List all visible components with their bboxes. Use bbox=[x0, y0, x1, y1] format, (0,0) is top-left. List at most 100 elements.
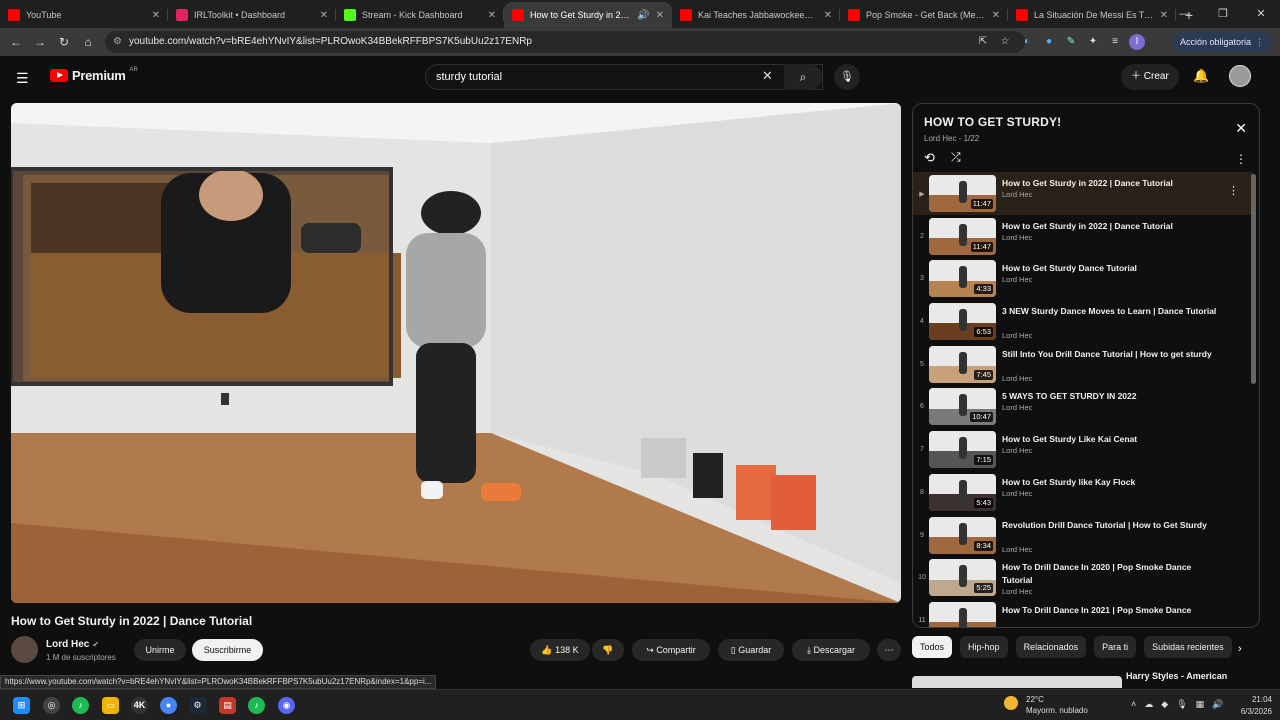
loop-icon[interactable]: ⟲ bbox=[924, 150, 935, 166]
playlist-item-title[interactable]: 3 NEW Sturdy Dance Moves to Learn | Danc… bbox=[1002, 305, 1217, 318]
video-thumbnail[interactable]: 10:47 bbox=[929, 388, 996, 426]
playlist-item[interactable]: 10 5:25 How To Drill Dance In 2020 | Pop S… bbox=[913, 556, 1253, 599]
playlist-item[interactable]: 3 4:33 How to Get Sturdy Dance Tutorial Lor… bbox=[913, 257, 1253, 300]
close-tab-icon[interactable]: ✕ bbox=[992, 10, 1000, 21]
share-button[interactable]: ↪ Compartir bbox=[632, 639, 710, 661]
spotify-icon[interactable]: ♪ bbox=[72, 697, 89, 714]
browser-tab[interactable]: YouTube ✕ bbox=[0, 2, 168, 28]
close-tab-icon[interactable]: ✕ bbox=[152, 10, 160, 21]
4k-app-icon[interactable]: 4K bbox=[131, 697, 148, 714]
filter-chip[interactable]: Subidas recientes bbox=[1144, 636, 1232, 658]
shuffle-icon[interactable]: ⤮ bbox=[951, 150, 961, 165]
save-button[interactable]: ▯ Guardar bbox=[718, 639, 784, 661]
video-player[interactable] bbox=[11, 103, 901, 603]
playlist-item-title[interactable]: How To Drill Dance In 2020 | Pop Smoke D… bbox=[1002, 561, 1217, 587]
extension-icon[interactable]: ● bbox=[1041, 34, 1057, 50]
video-thumbnail[interactable]: 8:34 bbox=[929, 516, 996, 554]
video-thumbnail[interactable]: 5:43 bbox=[929, 473, 996, 511]
close-tab-icon[interactable]: ✕ bbox=[824, 10, 832, 21]
playlist-item[interactable]: ▶ 11:47 How to Get Sturdy in 2022 | Dance … bbox=[913, 172, 1253, 215]
more-vert-icon[interactable]: ⋮ bbox=[1228, 184, 1239, 197]
video-thumbnail[interactable]: 7:45 bbox=[929, 345, 996, 383]
playlist-item-title[interactable]: How to Get Sturdy Dance Tutorial bbox=[1002, 262, 1217, 275]
more-vert-icon[interactable]: ⋮ bbox=[1235, 152, 1247, 166]
playlist-item[interactable]: 2 11:47 How to Get Sturdy in 2022 | Dance … bbox=[913, 215, 1253, 258]
channel-avatar[interactable] bbox=[11, 636, 38, 663]
browser-tab[interactable]: Kai Teaches Jabbawockeez How ✕ bbox=[672, 2, 840, 28]
playlist-scrollbar[interactable] bbox=[1251, 174, 1256, 384]
browser-tab[interactable]: How to Get Sturdy in 2022 🔊 ✕ bbox=[504, 2, 672, 28]
discord-icon[interactable]: ◉ bbox=[278, 697, 295, 714]
action-required-button[interactable]: Acción obligatoria ⋮ bbox=[1171, 32, 1272, 52]
back-icon[interactable]: ← bbox=[4, 35, 28, 49]
minimize-icon[interactable]: — bbox=[1166, 0, 1204, 28]
system-clock[interactable]: 21:04 6/3/2026 bbox=[1241, 694, 1272, 718]
close-playlist-icon[interactable]: ✕ bbox=[1235, 120, 1247, 137]
create-button[interactable]: ＋ Crear bbox=[1121, 64, 1179, 90]
browser-tab[interactable]: La Situación De Messi Es Triste ✕ bbox=[1008, 2, 1176, 28]
chevron-up-icon[interactable]: ˄ bbox=[1131, 699, 1136, 710]
subscribe-button[interactable]: Suscribirme bbox=[192, 639, 263, 661]
playlist-item[interactable]: 11 How To Drill Dance In 2021 | Pop Smoke… bbox=[913, 599, 1253, 627]
youtube-premium-logo[interactable]: Premium AR bbox=[50, 67, 138, 83]
steam-icon[interactable]: ⚙ bbox=[189, 697, 206, 714]
close-tab-icon[interactable]: ✕ bbox=[656, 10, 664, 21]
browser-tab[interactable]: Pop Smoke - Get Back (Meet Th ✕ bbox=[840, 2, 1008, 28]
home-icon[interactable]: ⌂ bbox=[76, 35, 100, 49]
video-thumbnail[interactable]: 6:53 bbox=[929, 303, 996, 341]
reload-icon[interactable]: ↻ bbox=[52, 35, 76, 49]
download-button[interactable]: ⤓ Descargar bbox=[792, 639, 870, 661]
playlist-item[interactable]: 4 6:53 3 NEW Sturdy Dance Moves to Learn |… bbox=[913, 300, 1253, 343]
dislike-button[interactable]: 👎 bbox=[592, 639, 624, 661]
close-tab-icon[interactable]: ✕ bbox=[488, 10, 496, 21]
filter-chip[interactable]: Relacionados bbox=[1015, 636, 1087, 658]
chevron-right-icon[interactable]: › bbox=[1238, 643, 1242, 655]
video-thumbnail[interactable]: 11:47 bbox=[929, 175, 996, 212]
playlist-item-title[interactable]: How to Get Sturdy in 2022 | Dance Tutori… bbox=[1002, 177, 1217, 190]
close-window-icon[interactable]: ✕ bbox=[1242, 0, 1280, 28]
playlist-item-title[interactable]: How To Drill Dance In 2021 | Pop Smoke D… bbox=[1002, 604, 1217, 617]
account-avatar[interactable] bbox=[1229, 65, 1251, 87]
playlist-item[interactable]: 9 8:34 Revolution Drill Dance Tutorial | H… bbox=[913, 514, 1253, 557]
video-thumbnail[interactable] bbox=[929, 601, 996, 627]
playlist-item-title[interactable]: How to Get Sturdy in 2022 | Dance Tutori… bbox=[1002, 220, 1217, 233]
url-bar[interactable]: ⚙ youtube.com/watch?v=bRE4ehYNvIY&list=P… bbox=[105, 31, 1025, 53]
like-button[interactable]: 👍 138 K bbox=[530, 639, 590, 661]
playlist-subtitle[interactable]: Lord Hec - 1/22 bbox=[924, 134, 979, 143]
app-icon[interactable]: ◎ bbox=[43, 697, 60, 714]
spotify-icon[interactable]: ♪ bbox=[248, 697, 265, 714]
speaker-icon[interactable]: 🔊 bbox=[637, 10, 649, 21]
video-thumbnail[interactable]: 7:15 bbox=[929, 431, 996, 469]
more-actions-button[interactable]: ⋯ bbox=[877, 639, 901, 661]
next-video-title[interactable]: Harry Styles - American bbox=[1126, 671, 1227, 681]
extension-icon[interactable]: ✎ bbox=[1063, 34, 1079, 50]
playlist-item-title[interactable]: How to Get Sturdy Like Kai Cenat bbox=[1002, 433, 1217, 446]
playlist-item[interactable]: 8 5:43 How to Get Sturdy like Kay Flock Lor… bbox=[913, 471, 1253, 514]
profile-icon[interactable]: I bbox=[1129, 34, 1145, 50]
video-thumbnail[interactable]: 5:25 bbox=[929, 559, 996, 597]
windows-start-icon[interactable]: ⊞ bbox=[13, 697, 30, 714]
mic-icon[interactable]: 🎙 bbox=[1176, 699, 1187, 710]
notifications-bell-icon[interactable]: 🔔 bbox=[1193, 68, 1209, 84]
playlist-item[interactable]: 7 7:15 How to Get Sturdy Like Kai Cenat Lor… bbox=[913, 428, 1253, 471]
bookmark-star-icon[interactable]: ☆ bbox=[997, 34, 1013, 50]
tab-search-icon[interactable]: ≡ bbox=[1107, 34, 1123, 50]
playlist-item-title[interactable]: Revolution Drill Dance Tutorial | How to… bbox=[1002, 519, 1217, 532]
playlist-item-title[interactable]: 5 WAYS TO GET STURDY IN 2022 bbox=[1002, 390, 1217, 403]
playlist-item[interactable]: 6 10:47 5 WAYS TO GET STURDY IN 2022 Lord H… bbox=[913, 385, 1253, 428]
extensions-puzzle-icon[interactable]: ✦ bbox=[1085, 34, 1101, 50]
channel-name[interactable]: Lord Hec ✔ bbox=[46, 639, 99, 650]
maximize-icon[interactable]: ❐ bbox=[1204, 0, 1242, 28]
filter-chip[interactable]: Hip-hop bbox=[960, 636, 1008, 658]
chrome-icon[interactable]: ● bbox=[160, 697, 177, 714]
browser-tab[interactable]: IRLToolkit • Dashboard ✕ bbox=[168, 2, 336, 28]
onedrive-icon[interactable]: ☁ bbox=[1144, 699, 1153, 710]
volume-icon[interactable]: 🔊 bbox=[1212, 699, 1223, 710]
playlist-item[interactable]: 5 7:45 Still Into You Drill Dance Tutorial… bbox=[913, 343, 1253, 386]
video-thumbnail[interactable]: 11:47 bbox=[929, 217, 996, 255]
file-explorer-icon[interactable]: ▭ bbox=[102, 697, 119, 714]
site-info-icon[interactable]: ⚙ bbox=[113, 31, 122, 53]
next-video-thumbnail[interactable] bbox=[912, 676, 1122, 688]
clear-search-icon[interactable]: ✕ bbox=[762, 68, 773, 84]
app-icon[interactable]: ▤ bbox=[219, 697, 236, 714]
